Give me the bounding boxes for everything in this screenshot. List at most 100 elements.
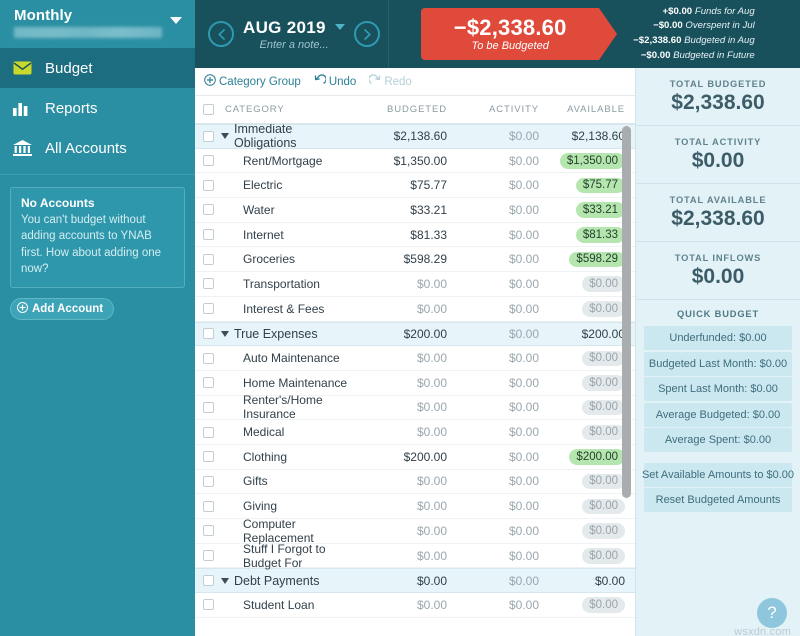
current-month[interactable]: AUG 2019 Enter a note... <box>243 18 346 51</box>
row-checkbox[interactable] <box>202 303 214 315</box>
available-cell[interactable]: $0.00 <box>539 424 635 441</box>
row-checkbox[interactable] <box>202 229 214 241</box>
column-header-category[interactable]: CATEGORY <box>221 104 351 115</box>
row-checkbox[interactable] <box>202 426 214 438</box>
category-name-cell[interactable]: Water <box>221 203 351 217</box>
budgeted-cell[interactable]: $0.00 <box>351 277 447 291</box>
activity-cell[interactable]: $0.00 <box>447 277 539 291</box>
budgeted-cell[interactable]: $0.00 <box>351 549 447 563</box>
scrollbar-thumb[interactable] <box>622 126 631 498</box>
budgeted-cell[interactable]: $0.00 <box>351 524 447 538</box>
prev-month-button[interactable] <box>208 21 234 47</box>
available-cell[interactable]: $0.00 <box>539 498 635 515</box>
budget-switcher[interactable]: Monthly <box>0 0 195 48</box>
activity-cell[interactable]: $0.00 <box>447 499 539 513</box>
category-group-row[interactable]: Immediate Obligations $2,138.60 $0.00 $2,13… <box>195 124 635 150</box>
available-cell[interactable]: $0.00 <box>539 473 635 490</box>
table-row[interactable]: Medical $0.00 $0.00 $0.00 <box>195 420 635 445</box>
budgeted-cell[interactable]: $200.00 <box>351 327 447 341</box>
sidebar-item-all-accounts[interactable]: All Accounts <box>0 128 195 168</box>
quick-budget-option[interactable]: Average Budgeted: $0.00 <box>644 402 792 427</box>
column-header-activity[interactable]: ACTIVITY <box>447 104 539 115</box>
next-month-button[interactable] <box>354 21 381 47</box>
row-checkbox[interactable] <box>202 500 214 512</box>
row-checkbox[interactable] <box>202 401 214 413</box>
available-cell[interactable]: $200.00 <box>539 449 635 465</box>
category-name-cell[interactable]: Stuff I Forgot to Budget For <box>221 542 351 570</box>
collapse-triangle-icon[interactable] <box>221 330 229 337</box>
row-checkbox[interactable] <box>202 475 214 487</box>
available-cell[interactable]: $598.29 <box>539 251 635 268</box>
table-row[interactable]: Water $33.21 $0.00 $33.21 <box>195 198 635 223</box>
activity-cell[interactable]: $0.00 <box>447 524 539 538</box>
row-checkbox[interactable] <box>202 278 214 290</box>
category-name-cell[interactable]: Student Loan <box>221 598 351 612</box>
budgeted-cell[interactable]: $0.00 <box>351 574 447 588</box>
available-cell[interactable]: $0.00 <box>539 276 635 292</box>
available-cell[interactable]: $0.00 <box>539 597 635 613</box>
category-name-cell[interactable]: Groceries <box>221 252 351 266</box>
activity-cell[interactable]: $0.00 <box>447 178 539 192</box>
quick-budget-action[interactable]: Set Available Amounts to $0.00 <box>642 462 794 487</box>
category-name-cell[interactable]: Clothing <box>221 450 351 464</box>
category-name-cell[interactable]: Debt Payments <box>221 574 351 588</box>
row-checkbox[interactable] <box>202 179 214 191</box>
available-cell[interactable]: $200.00 <box>539 327 635 341</box>
activity-cell[interactable]: $0.00 <box>447 154 539 168</box>
available-cell[interactable]: $0.00 <box>539 523 635 539</box>
category-name-cell[interactable]: Transportation <box>221 277 351 291</box>
category-name-cell[interactable]: Interest & Fees <box>221 302 351 316</box>
add-category-group-button[interactable]: Category Group <box>204 74 301 89</box>
category-name-cell[interactable]: Medical <box>221 425 351 439</box>
column-header-available[interactable]: AVAILABLE <box>539 104 635 115</box>
add-account-button[interactable]: Add Account <box>10 298 115 321</box>
table-row[interactable]: Interest & Fees $0.00 $0.00 $0.00 <box>195 297 635 322</box>
budgeted-cell[interactable]: $1,350.00 <box>351 154 447 168</box>
table-row[interactable]: Auto Maintenance $0.00 $0.00 $0.00 <box>195 346 635 371</box>
budgeted-cell[interactable]: $200.00 <box>351 450 447 464</box>
activity-cell[interactable]: $0.00 <box>447 302 539 316</box>
activity-cell[interactable]: $0.00 <box>447 228 539 242</box>
collapse-triangle-icon[interactable] <box>221 133 229 140</box>
available-cell[interactable]: $2,138.60 <box>539 129 635 143</box>
budgeted-cell[interactable]: $75.77 <box>351 178 447 192</box>
select-all-checkbox[interactable] <box>202 104 214 115</box>
table-row[interactable]: Rent/Mortgage $1,350.00 $0.00 $1,350.00 <box>195 149 635 174</box>
row-checkbox[interactable] <box>202 130 214 142</box>
category-name-cell[interactable]: True Expenses <box>221 327 351 341</box>
category-name-cell[interactable]: Giving <box>221 499 351 513</box>
table-row[interactable]: Electric $75.77 $0.00 $75.77 <box>195 173 635 199</box>
row-checkbox[interactable] <box>202 451 214 463</box>
available-cell[interactable]: $75.77 <box>539 177 635 194</box>
to-be-budgeted-banner[interactable]: −$2,338.60 To be Budgeted <box>421 8 618 60</box>
activity-cell[interactable]: $0.00 <box>447 203 539 217</box>
available-cell[interactable]: $0.00 <box>539 548 635 564</box>
table-row[interactable]: Giving $0.00 $0.00 $0.00 <box>195 494 635 519</box>
table-row[interactable]: Groceries $598.29 $0.00 $598.29 <box>195 247 635 273</box>
activity-cell[interactable]: $0.00 <box>447 327 539 341</box>
undo-button[interactable]: Undo <box>314 74 356 89</box>
activity-cell[interactable]: $0.00 <box>447 450 539 464</box>
sidebar-item-budget[interactable]: Budget <box>0 48 195 88</box>
activity-cell[interactable]: $0.00 <box>447 549 539 563</box>
quick-budget-action[interactable]: Reset Budgeted Amounts <box>644 488 792 512</box>
row-checkbox[interactable] <box>202 550 214 562</box>
budgeted-cell[interactable]: $0.00 <box>351 302 447 316</box>
category-name-cell[interactable]: Internet <box>221 228 351 242</box>
budgeted-cell[interactable]: $0.00 <box>351 474 447 488</box>
available-cell[interactable]: $1,350.00 <box>539 153 635 169</box>
quick-budget-option[interactable]: Budgeted Last Month: $0.00 <box>644 351 792 376</box>
row-checkbox[interactable] <box>202 328 214 340</box>
category-name-cell[interactable]: Auto Maintenance <box>221 351 351 365</box>
column-header-budgeted[interactable]: BUDGETED <box>351 104 447 115</box>
activity-cell[interactable]: $0.00 <box>447 376 539 390</box>
available-cell[interactable]: $81.33 <box>539 227 635 243</box>
activity-cell[interactable]: $0.00 <box>447 425 539 439</box>
budgeted-cell[interactable]: $2,138.60 <box>351 129 447 143</box>
table-row[interactable]: Transportation $0.00 $0.00 $0.00 <box>195 272 635 297</box>
activity-cell[interactable]: $0.00 <box>447 574 539 588</box>
budgeted-cell[interactable]: $33.21 <box>351 203 447 217</box>
row-checkbox[interactable] <box>202 253 214 265</box>
table-row[interactable]: Stuff I Forgot to Budget For $0.00 $0.00 $0… <box>195 542 635 570</box>
available-cell[interactable]: $0.00 <box>539 574 635 588</box>
